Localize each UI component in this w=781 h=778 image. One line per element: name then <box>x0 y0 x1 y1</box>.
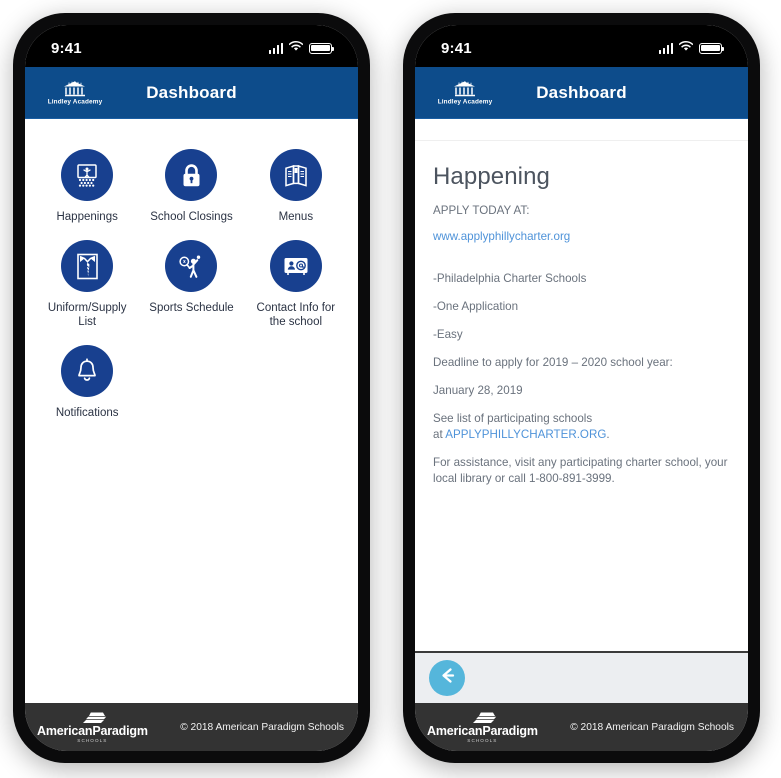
app-header: Lindley Academy Dashboard <box>25 67 358 119</box>
tile-label: Happenings <box>56 211 118 223</box>
tile-icon-circle <box>269 240 322 292</box>
screenshot-root: 9:41 Lindley Academy Dashboard Happening… <box>0 0 781 778</box>
happenings-stage-icon <box>73 161 101 189</box>
article-spacer <box>433 257 730 271</box>
tile-icon-circle <box>61 149 114 201</box>
article-see-list: See list of participating schools at APP… <box>433 411 730 443</box>
article-apply-line: APPLY TODAY AT: <box>433 204 530 217</box>
school-building-icon <box>452 80 478 97</box>
contact-card-icon <box>282 255 310 277</box>
phone-screen-dashboard: 9:41 Lindley Academy Dashboard Happening… <box>25 25 358 751</box>
american-paradigm-book-icon <box>467 711 497 725</box>
status-bar: 9:41 <box>25 25 358 67</box>
arrow-left-icon <box>438 666 457 690</box>
wifi-icon <box>678 39 694 57</box>
american-paradigm-logo: AmericanParadigm SCHOOLS <box>427 711 538 744</box>
tile-label: Uniform/Supply List <box>47 302 127 328</box>
phone-device-left: 9:41 Lindley Academy Dashboard Happening… <box>13 13 370 763</box>
wifi-icon <box>288 39 304 57</box>
tennis-player-icon <box>177 252 206 281</box>
tile-icon-circle <box>165 149 218 201</box>
article-scroll-pane[interactable]: Happening APPLY TODAY AT: www.applyphill… <box>415 119 748 653</box>
see-list-prefix: See list of participating schools <box>433 412 593 425</box>
status-bar: 9:41 <box>415 25 748 67</box>
see-list-at: at <box>433 428 446 441</box>
dashboard-body: Happenings School Closings Menus Uniform… <box>25 119 358 703</box>
applyphillycharter-link[interactable]: APPLYPHILLYCHARTER.ORG <box>445 428 606 441</box>
school-building-icon <box>62 80 88 97</box>
article-url-paragraph: www.applyphillycharter.org <box>433 229 730 247</box>
school-logo-name: Lindley Academy <box>437 98 493 105</box>
see-list-suffix: . <box>606 428 610 441</box>
footer-brand-name: AmericanParadigm <box>427 723 538 738</box>
tile-label: School Closings <box>150 211 233 223</box>
footer-brand-name: AmericanParadigm <box>37 723 148 738</box>
tile-label: Sports Schedule <box>149 302 234 314</box>
content-top-gap <box>415 119 748 141</box>
cellular-signal-icon <box>658 42 673 54</box>
tile-icon-circle <box>165 240 218 292</box>
battery-full-icon <box>309 42 335 54</box>
apply-url-link[interactable]: www.applyphillycharter.org <box>433 229 570 245</box>
back-navigation-bar <box>415 653 748 703</box>
status-bar-icons <box>658 39 725 57</box>
tile-icon-circle <box>61 240 114 292</box>
article-bullet: -Easy <box>433 328 463 341</box>
tile-contact-info[interactable]: Contact Info for the school <box>244 240 348 329</box>
shirt-tie-icon <box>75 252 100 281</box>
status-bar-time: 9:41 <box>51 39 82 57</box>
footer-copyright: © 2018 American Paradigm Schools <box>570 721 734 733</box>
tile-label: Menus <box>278 211 314 223</box>
tile-menus[interactable]: Menus <box>244 149 348 224</box>
tile-label: Contact Info for the school <box>256 302 336 328</box>
status-bar-time: 9:41 <box>441 39 472 57</box>
dashboard-tile-grid: Happenings School Closings Menus Uniform… <box>25 119 358 420</box>
footer-copyright: © 2018 American Paradigm Schools <box>180 721 344 733</box>
article-content: Happening APPLY TODAY AT: www.applyphill… <box>415 141 748 487</box>
tile-label: Notifications <box>55 407 119 419</box>
tile-notifications[interactable]: Notifications <box>35 345 139 420</box>
phone-device-right: 9:41 Lindley Academy Dashboard Happening… <box>403 13 760 763</box>
faint-placeholder-text <box>415 523 748 534</box>
article-deadline-date: January 28, 2019 <box>433 384 523 397</box>
school-logo: Lindley Academy <box>41 80 109 105</box>
app-footer: AmericanParadigm SCHOOLS © 2018 American… <box>25 703 358 751</box>
american-paradigm-book-icon <box>77 711 107 725</box>
footer-brand-sub: SCHOOLS <box>467 738 498 744</box>
app-footer: AmericanParadigm SCHOOLS © 2018 American… <box>415 703 748 751</box>
article-bullet: -Philadelphia Charter Schools <box>433 272 587 285</box>
app-header: Lindley Academy Dashboard <box>415 67 748 119</box>
article-bullet: -One Application <box>433 300 519 313</box>
lock-icon <box>178 162 205 189</box>
school-logo: Lindley Academy <box>431 80 499 105</box>
phone-screen-article: 9:41 Lindley Academy Dashboard Happening… <box>415 25 748 751</box>
cellular-signal-icon <box>268 42 283 54</box>
tile-icon-circle <box>61 345 114 397</box>
article-deadline-label: Deadline to apply for 2019 – 2020 school… <box>433 356 673 369</box>
school-logo-name: Lindley Academy <box>47 98 103 105</box>
tile-icon-circle <box>269 149 322 201</box>
tile-uniform-supply-list[interactable]: Uniform/Supply List <box>35 240 139 329</box>
article-title: Happening <box>433 163 550 190</box>
american-paradigm-logo: AmericanParadigm SCHOOLS <box>37 711 148 744</box>
bell-icon <box>74 357 100 385</box>
battery-full-icon <box>699 42 725 54</box>
footer-brand-sub: SCHOOLS <box>77 738 108 744</box>
status-bar-icons <box>268 39 335 57</box>
tile-sports-schedule[interactable]: Sports Schedule <box>139 240 243 329</box>
tile-happenings[interactable]: Happenings <box>35 149 139 224</box>
back-button[interactable] <box>429 660 465 696</box>
tile-school-closings[interactable]: School Closings <box>139 149 243 224</box>
article-assistance: For assistance, visit any participating … <box>433 456 728 485</box>
open-menu-book-icon <box>282 163 310 187</box>
